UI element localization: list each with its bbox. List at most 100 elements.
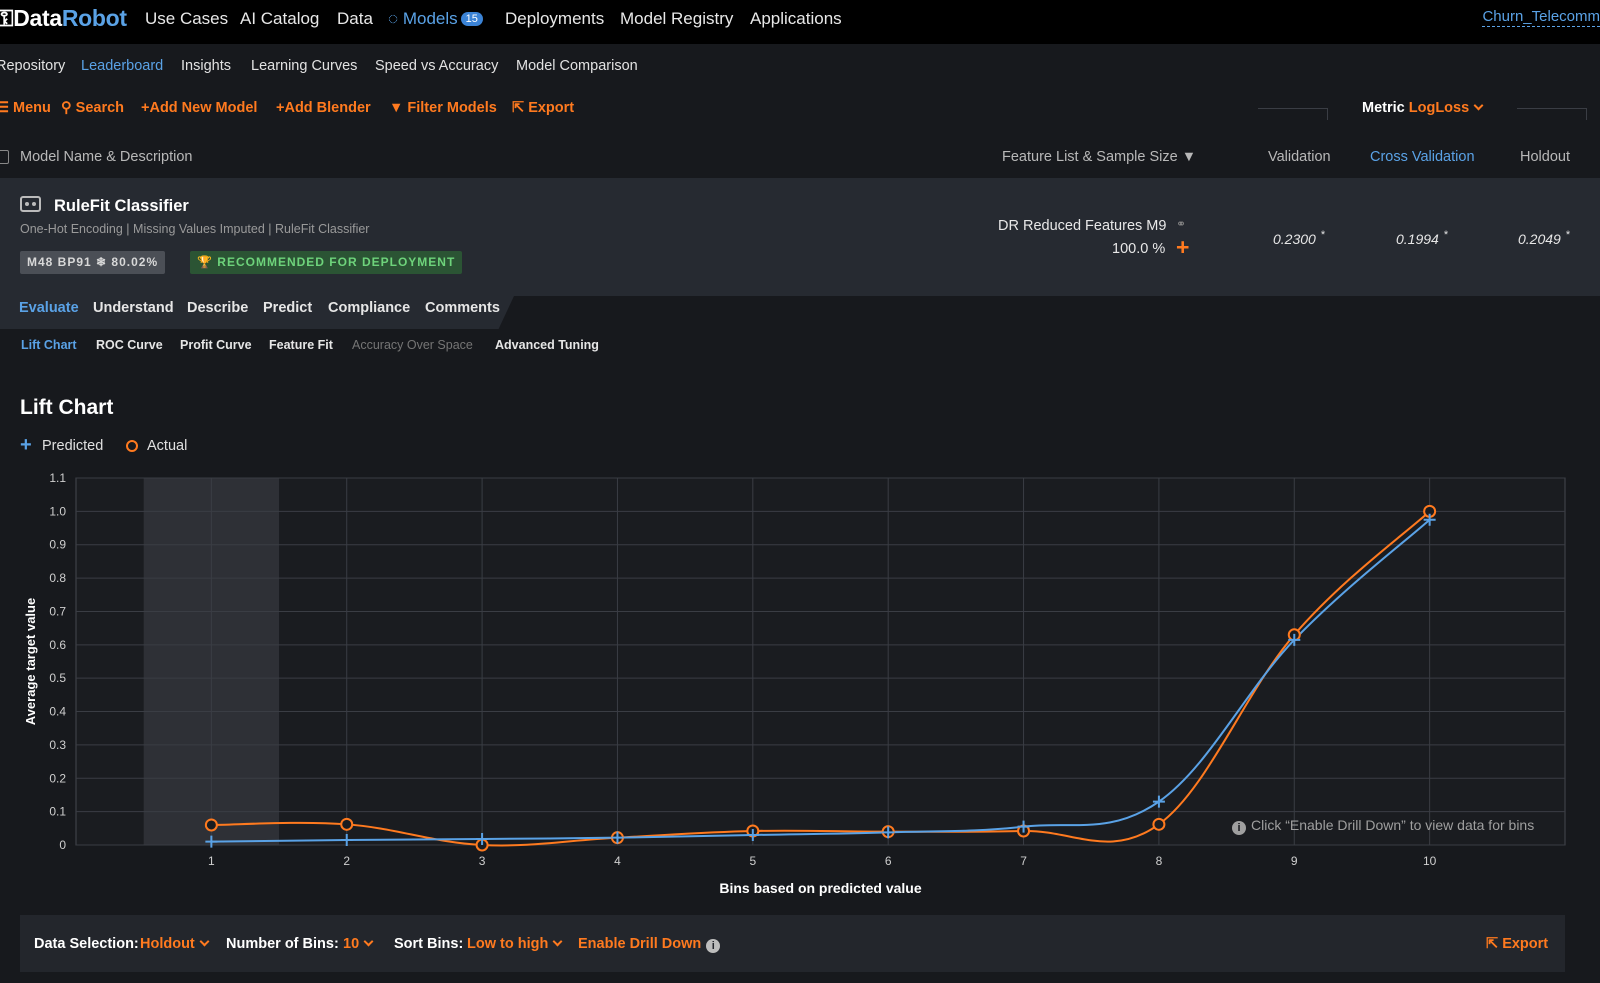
- add-sample-size-icon[interactable]: +: [1176, 234, 1189, 261]
- top-navigation-bar: ⚿DataRobot Use Cases AI Catalog Data ◌ M…: [0, 0, 1600, 44]
- model-name[interactable]: RuleFit Classifier: [54, 197, 189, 216]
- trophy-icon: 🏆: [197, 255, 213, 269]
- nav-use-cases[interactable]: Use Cases: [145, 9, 228, 29]
- actual-legend-icon: [126, 440, 138, 452]
- add-new-model-button[interactable]: +Add New Model: [141, 100, 257, 116]
- y-tick-label: 1.0: [49, 504, 66, 518]
- lift-chart-title: Lift Chart: [20, 396, 114, 419]
- subnav-leaderboard[interactable]: Leaderboard: [81, 58, 163, 74]
- menu-button[interactable]: ☰ Menu: [0, 100, 51, 116]
- x-tick-label: 6: [885, 854, 892, 868]
- model-id-badge: M48 BP91 ❄ 80.02%: [20, 251, 166, 274]
- validation-score: 0.2300 *: [1273, 229, 1326, 247]
- export-button[interactable]: ⇱ Export: [512, 100, 574, 116]
- info-icon: i: [706, 939, 721, 953]
- actual-point[interactable]: [340, 817, 354, 831]
- search-icon: ⚲: [61, 100, 72, 116]
- nav-data[interactable]: Data: [337, 9, 373, 29]
- subnav-model-comparison[interactable]: Model Comparison: [516, 58, 638, 74]
- nav-models[interactable]: ◌ Models 15: [388, 9, 483, 29]
- datarobot-logo[interactable]: ⚿DataRobot: [0, 5, 127, 32]
- subnav-insights[interactable]: Insights: [181, 58, 231, 74]
- column-feature-list[interactable]: Feature List & Sample Size ▼: [1002, 149, 1196, 165]
- enable-drill-down-button[interactable]: Enable Drill Down i: [578, 936, 721, 953]
- plot-area: [75, 477, 1566, 846]
- metric-divider-right: [1517, 108, 1587, 120]
- add-blender-button[interactable]: +Add Blender: [276, 100, 371, 116]
- x-tick-label: 1: [208, 854, 215, 868]
- y-tick-label: 0.1: [49, 805, 66, 819]
- tab-comments[interactable]: Comments: [425, 300, 500, 316]
- subtab-profit-curve[interactable]: Profit Curve: [180, 338, 252, 352]
- legend-predicted[interactable]: Predicted: [42, 438, 103, 454]
- y-tick-label: 0.5: [49, 671, 66, 685]
- chart-export-button[interactable]: ⇱ Export: [1486, 936, 1548, 952]
- x-axis-title: Bins based on predicted value: [719, 880, 921, 896]
- chevron-down-icon: [552, 936, 563, 947]
- column-holdout[interactable]: Holdout: [1520, 149, 1570, 165]
- feature-list-name[interactable]: DR Reduced Features M9: [998, 218, 1166, 234]
- nav-model-registry[interactable]: Model Registry: [620, 9, 733, 29]
- filter-models-button[interactable]: ▼ Filter Models: [389, 100, 497, 116]
- filter-icon: ▼: [389, 100, 404, 116]
- data-selection-dropdown[interactable]: Holdout: [140, 936, 210, 952]
- subtab-advanced-tuning[interactable]: Advanced Tuning: [495, 338, 599, 352]
- nav-ai-catalog[interactable]: AI Catalog: [240, 9, 319, 29]
- models-loading-icon: ◌: [388, 9, 399, 28]
- subtab-lift-chart[interactable]: Lift Chart: [21, 338, 77, 352]
- subnav-repository[interactable]: Repository: [0, 58, 65, 74]
- tab-understand[interactable]: Understand: [93, 300, 174, 316]
- chevron-down-icon: [199, 936, 210, 947]
- holdout-score: 0.2049 *: [1518, 229, 1571, 247]
- subtab-accuracy-over-space: Accuracy Over Space: [352, 338, 473, 352]
- sample-size: 100.0 %: [1112, 241, 1166, 257]
- y-tick-label: 0.2: [49, 771, 66, 785]
- select-all-checkbox[interactable]: [0, 150, 9, 164]
- model-blueprint-icon: [20, 196, 41, 212]
- tab-evaluate[interactable]: Evaluate: [19, 300, 79, 316]
- metric-divider-left: [1258, 108, 1328, 120]
- y-tick-label: 0.4: [49, 705, 66, 719]
- nav-deployments[interactable]: Deployments: [505, 9, 604, 29]
- subtab-roc-curve[interactable]: ROC Curve: [96, 338, 163, 352]
- subtab-feature-fit[interactable]: Feature Fit: [269, 338, 333, 352]
- tab-compliance[interactable]: Compliance: [328, 300, 410, 316]
- tab-predict[interactable]: Predict: [263, 300, 312, 316]
- x-tick-label: 2: [343, 854, 350, 868]
- model-row[interactable]: [0, 178, 1600, 296]
- nav-applications[interactable]: Applications: [750, 9, 842, 29]
- filter-icon[interactable]: ▼: [1182, 149, 1196, 165]
- search-button[interactable]: ⚲ Search: [61, 100, 124, 116]
- column-validation[interactable]: Validation: [1268, 149, 1331, 165]
- y-tick-label: 0.7: [49, 604, 66, 618]
- hamburger-icon: ☰: [0, 100, 9, 116]
- x-tick-label: 3: [479, 854, 486, 868]
- sort-bins-dropdown[interactable]: Low to high: [467, 936, 563, 952]
- column-cross-validation[interactable]: Cross Validation: [1370, 149, 1475, 165]
- subnav-speed-vs-accuracy[interactable]: Speed vs Accuracy: [375, 58, 498, 74]
- column-model-name[interactable]: Model Name & Description: [20, 149, 192, 165]
- sort-bins-label: Sort Bins:: [394, 936, 464, 952]
- y-tick-label: 0.6: [49, 638, 66, 652]
- export-icon: ⇱: [512, 100, 525, 116]
- y-tick-label: 0: [59, 838, 66, 852]
- legend-actual[interactable]: Actual: [147, 438, 187, 454]
- actual-point[interactable]: [1152, 817, 1166, 831]
- x-tick-label: 10: [1423, 854, 1437, 868]
- x-tick-label: 4: [614, 854, 621, 868]
- metric-selector[interactable]: Metric LogLoss: [1362, 100, 1484, 116]
- y-tick-label: 0.9: [49, 538, 66, 552]
- project-name-link[interactable]: Churn_Telecomm: [1482, 8, 1600, 27]
- number-of-bins-dropdown[interactable]: 10: [343, 936, 374, 952]
- x-tick-label: 9: [1291, 854, 1298, 868]
- subnav-learning-curves[interactable]: Learning Curves: [251, 58, 357, 74]
- models-count-badge: 15: [460, 12, 483, 26]
- actual-point[interactable]: [204, 818, 218, 832]
- info-icon: i: [1232, 821, 1246, 835]
- predicted-legend-icon: +: [20, 434, 32, 456]
- tab-describe[interactable]: Describe: [187, 300, 248, 316]
- y-tick-label: 0.3: [49, 738, 66, 752]
- drill-down-hint: i Click “Enable Drill Down” to view data …: [1232, 817, 1534, 835]
- feature-list-share-icon[interactable]: ⚭: [1176, 217, 1186, 231]
- logo-robot-icon: ⚿: [0, 5, 14, 31]
